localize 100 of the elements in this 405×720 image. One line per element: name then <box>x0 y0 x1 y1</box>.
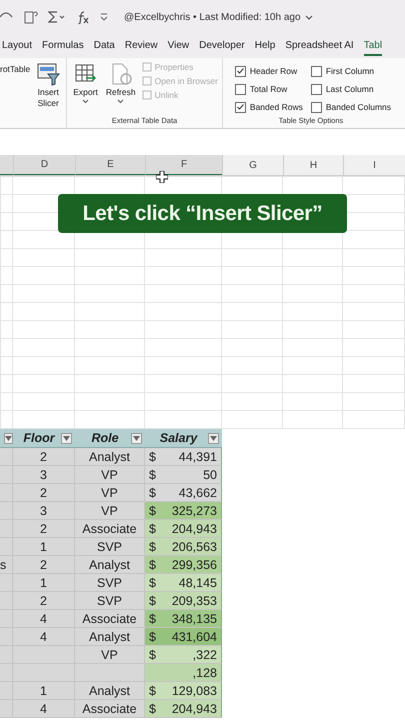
chevron-down-icon[interactable] <box>304 14 313 20</box>
salary-value: 204,943 <box>172 702 217 716</box>
table-cell <box>75 664 145 682</box>
checkbox-option[interactable]: Banded Columns <box>310 98 392 116</box>
salary-value: 348,135 <box>172 612 217 626</box>
checkbox[interactable] <box>310 66 322 76</box>
ribbon-tab[interactable]: Review <box>124 36 158 56</box>
column-heading: Floor <box>22 431 56 445</box>
column-header[interactable]: G <box>222 155 283 175</box>
table-cell: 2 <box>13 520 75 538</box>
column-header[interactable]: H <box>283 155 343 175</box>
table-cell <box>0 700 13 718</box>
filter-dropdown-icon[interactable] <box>4 432 13 444</box>
customize-icon[interactable] <box>100 13 108 21</box>
ribbon-tab[interactable]: Spreadsheet AI <box>285 36 354 56</box>
function-icon[interactable] <box>76 10 90 24</box>
salary-value: 204,943 <box>172 522 217 536</box>
column-header[interactable]: I <box>343 155 405 175</box>
table-cell: SVP <box>75 592 145 610</box>
currency-symbol: $ <box>149 540 156 554</box>
table-cell: 4 <box>13 700 75 718</box>
table-cell: Associate <box>75 700 145 718</box>
caption-banner: Let's click “Insert Slicer” <box>58 194 347 233</box>
checkbox[interactable] <box>310 84 322 94</box>
salary-value: 431,604 <box>172 630 217 644</box>
table-cell: 2 <box>13 484 75 502</box>
table-cell <box>0 448 13 466</box>
salary-value: 50 <box>203 468 217 482</box>
ribbon-tab[interactable]: Developer <box>199 36 245 56</box>
table-cell: VP <box>75 466 145 484</box>
salary-value: 299,356 <box>172 558 217 572</box>
checkmark-icon <box>236 104 244 110</box>
caret-icon <box>117 99 124 104</box>
table-cell: Analyst <box>75 448 145 466</box>
salary-value: ,322 <box>192 648 217 662</box>
checkbox[interactable] <box>310 102 322 112</box>
column-header[interactable]: F <box>145 155 222 175</box>
table-cell: 2 <box>13 556 75 574</box>
currency-symbol: $ <box>149 576 156 590</box>
ribbon-tab[interactable]: View <box>168 36 190 56</box>
ribbon-tab[interactable]: Tabl <box>364 36 382 56</box>
currency-symbol: $ <box>149 594 156 608</box>
currency-symbol: $ <box>149 486 156 500</box>
sum-icon[interactable] <box>48 11 66 23</box>
salary-value: ,128 <box>192 666 217 680</box>
currency-symbol: $ <box>149 702 156 716</box>
column-header[interactable]: D <box>13 155 75 175</box>
currency-symbol: $ <box>149 684 156 698</box>
ribbon-tab[interactable]: Formulas <box>42 36 84 56</box>
ribbon-tab[interactable]: Help <box>254 36 276 56</box>
ribbon-tab[interactable]: Data <box>94 36 115 56</box>
table-cell: 2 <box>13 448 75 466</box>
ribbon-tab[interactable]: Layout <box>2 36 32 56</box>
currency-symbol: $ <box>149 522 156 536</box>
chart-icon[interactable] <box>24 10 38 24</box>
table-cell: Associate <box>75 520 145 538</box>
checkbox[interactable] <box>234 84 246 94</box>
table-cell: SVP <box>75 538 145 556</box>
checkbox-option[interactable]: Banded Rows <box>234 98 303 116</box>
filter-dropdown-icon[interactable] <box>61 432 72 444</box>
currency-symbol: $ <box>149 612 156 626</box>
table-cell: Analyst <box>75 556 145 574</box>
filter-dropdown-icon[interactable] <box>208 432 219 444</box>
currency-symbol: $ <box>149 468 156 482</box>
filter-dropdown-icon[interactable] <box>131 432 142 444</box>
table-cell: 3 <box>13 502 75 520</box>
refresh-button[interactable]: Refresh <box>104 60 138 116</box>
checkmark-icon <box>236 68 244 74</box>
salary-value: 206,563 <box>172 540 217 554</box>
checkbox-option[interactable]: Total Row <box>234 80 303 98</box>
salary-value: 209,353 <box>172 594 217 608</box>
table-cell: 3 <box>13 466 75 484</box>
currency-symbol: $ <box>149 504 156 518</box>
currency-symbol: $ <box>149 558 156 572</box>
table-cell: 4 <box>13 628 75 646</box>
table-cell: s <box>0 556 13 574</box>
currency-symbol: $ <box>149 648 156 662</box>
checkbox-option[interactable]: Last Column <box>310 80 392 98</box>
table-cell: 1 <box>13 574 75 592</box>
table-cell: VP <box>75 646 145 664</box>
checkbox-option[interactable]: Header Row <box>234 62 303 80</box>
table-cell: Associate <box>75 610 145 628</box>
table-cell: VP <box>75 502 145 520</box>
table-cell: VP <box>75 484 145 502</box>
table-cell: Analyst <box>75 628 145 646</box>
currency-symbol: $ <box>149 450 156 464</box>
pivottable-label[interactable]: rotTable <box>0 60 30 128</box>
select-all-corner[interactable] <box>0 155 13 175</box>
table-cell: SVP <box>75 574 145 592</box>
caret-icon <box>82 99 90 104</box>
checkbox[interactable] <box>234 66 246 76</box>
file-info: @Excelbychris • Last Modified: 10h ago <box>124 12 301 22</box>
salary-value: 43,662 <box>178 486 217 500</box>
column-heading: Role <box>90 431 120 445</box>
checkbox-option[interactable]: First Column <box>310 62 392 80</box>
export-button[interactable]: Export <box>71 60 100 116</box>
checkbox[interactable] <box>234 102 246 112</box>
insert-slicer-button[interactable]: Insert Slicer <box>34 60 62 128</box>
currency-symbol: $ <box>149 630 156 644</box>
column-header[interactable]: E <box>75 155 145 175</box>
